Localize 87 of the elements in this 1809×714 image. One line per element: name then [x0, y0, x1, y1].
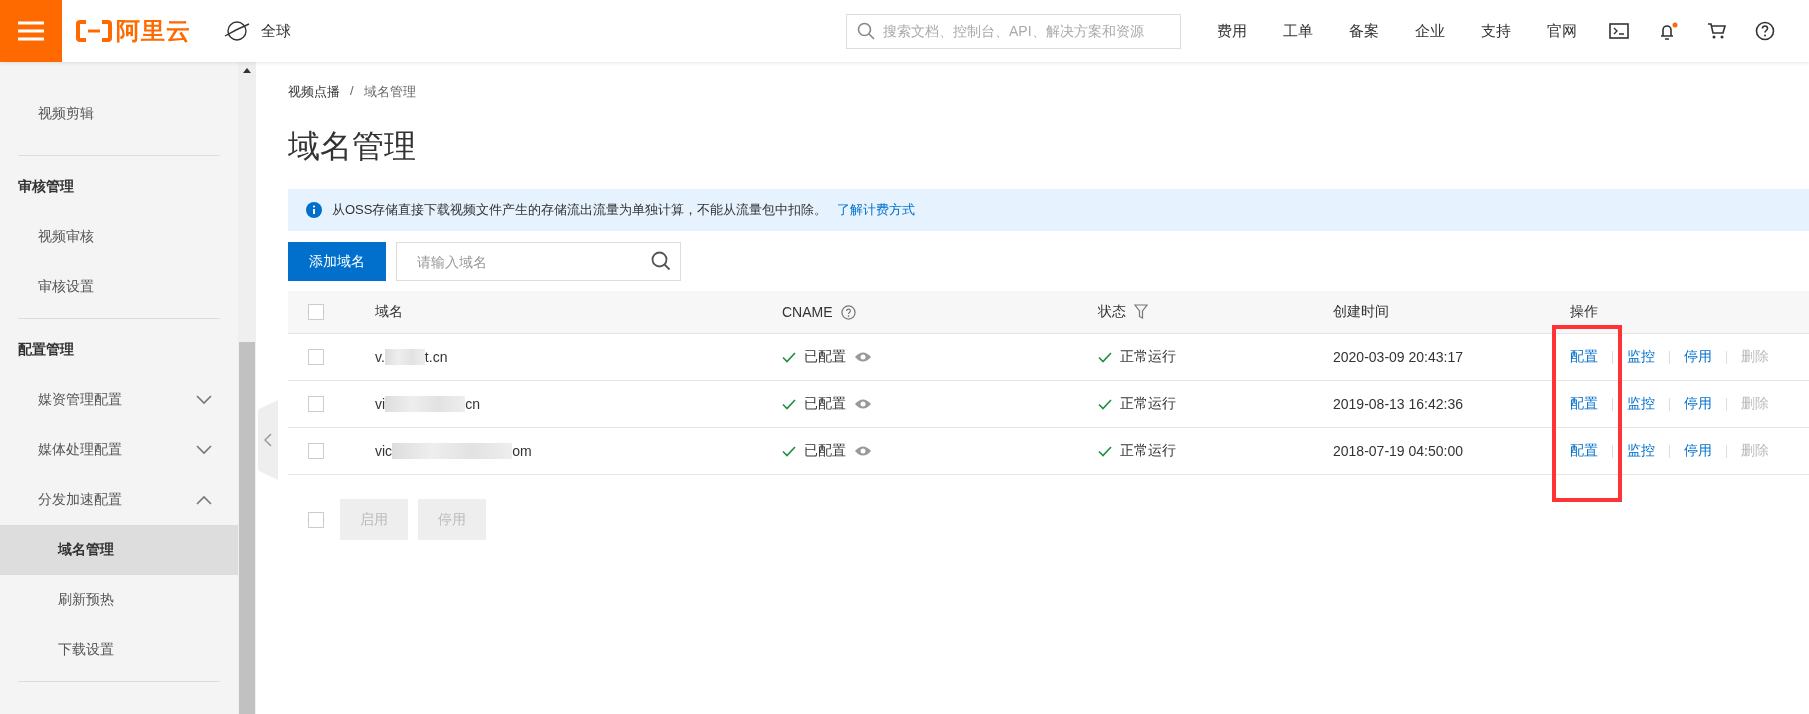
status-text: 正常运行: [1120, 348, 1176, 366]
logo-icon: [76, 20, 112, 42]
check-icon: [1098, 351, 1112, 363]
nav-link[interactable]: 备案: [1331, 21, 1397, 41]
help-icon[interactable]: [1755, 21, 1775, 41]
sidebar-item[interactable]: 刷新预热: [0, 575, 238, 625]
eye-icon[interactable]: [854, 398, 872, 410]
nav-link[interactable]: 官网: [1529, 21, 1595, 41]
column-header: 状态: [1098, 303, 1126, 321]
pricing-link[interactable]: 了解计费方式: [837, 201, 916, 219]
action-link[interactable]: 监控: [1627, 442, 1655, 460]
region-selector[interactable]: 全球: [261, 21, 291, 41]
scrollbar[interactable]: [238, 62, 256, 714]
checkbox[interactable]: [308, 304, 324, 320]
breadcrumb-item[interactable]: 视频点播: [288, 83, 340, 101]
sidebar-item[interactable]: 媒体处理配置: [0, 425, 238, 475]
checkbox[interactable]: [308, 443, 324, 459]
cname-status: 已配置: [804, 442, 846, 460]
action-link[interactable]: 停用: [1684, 348, 1712, 366]
search-field[interactable]: 搜索文档、控制台、API、解决方案和资源: [846, 13, 1181, 49]
menu-icon: [18, 21, 44, 41]
action-link[interactable]: 配置: [1570, 442, 1598, 460]
action-link[interactable]: 停用: [1684, 442, 1712, 460]
chevron-down-icon: [196, 445, 212, 455]
action-link[interactable]: 停用: [1684, 395, 1712, 413]
sidebar-item[interactable]: 下载设置: [0, 625, 238, 675]
created-time: 2019-08-13 16:42:36: [1333, 396, 1464, 412]
cname-status: 已配置: [804, 395, 846, 413]
domain-text: v.: [375, 349, 385, 365]
domain-search-field[interactable]: 请输入域名: [396, 242, 681, 281]
eye-icon[interactable]: [854, 445, 872, 457]
domain-text: vi: [375, 396, 386, 412]
action-link[interactable]: 监控: [1627, 395, 1655, 413]
sidebar-item[interactable]: 视频审核: [0, 212, 238, 262]
scroll-up-icon[interactable]: [243, 68, 251, 73]
add-domain-button[interactable]: 添加域名: [288, 242, 386, 281]
check-icon: [782, 351, 796, 363]
globe-icon: [223, 19, 251, 43]
domain-text: cn: [465, 396, 480, 412]
checkbox[interactable]: [308, 511, 324, 528]
column-header: 创建时间: [1333, 303, 1390, 321]
domain-text: t.cn: [424, 349, 448, 365]
chevron-down-icon: [196, 395, 212, 405]
menu-button[interactable]: [0, 0, 62, 62]
nav-link[interactable]: 费用: [1199, 21, 1265, 41]
column-header: CNAME: [782, 304, 833, 320]
column-header: 域名: [375, 303, 404, 321]
domain-text: om: [512, 443, 532, 459]
nav-link[interactable]: 支持: [1463, 21, 1529, 41]
action-link[interactable]: 配置: [1570, 348, 1598, 366]
action-link[interactable]: 配置: [1570, 395, 1598, 413]
info-icon: [306, 202, 322, 218]
search-icon: [857, 21, 875, 40]
checkbox[interactable]: [308, 349, 324, 365]
status-text: 正常运行: [1120, 395, 1176, 413]
chevron-up-icon: [196, 495, 212, 505]
check-icon: [1098, 398, 1112, 410]
filter-icon[interactable]: [1134, 304, 1148, 320]
cname-status: 已配置: [804, 348, 846, 366]
status-text: 正常运行: [1120, 442, 1176, 460]
nav-link[interactable]: 工单: [1265, 21, 1331, 41]
sidebar-heading: 审核管理: [17, 177, 75, 196]
action-link[interactable]: 监控: [1627, 348, 1655, 366]
check-icon: [782, 398, 796, 410]
eye-icon[interactable]: [854, 351, 872, 363]
search-icon: [651, 251, 671, 271]
breadcrumb-item: 域名管理: [363, 83, 416, 101]
created-time: 2018-07-19 04:50:00: [1333, 443, 1464, 459]
domain-text: vic: [375, 443, 393, 459]
page-title: 域名管理: [288, 127, 417, 166]
cart-icon[interactable]: [1707, 22, 1727, 40]
check-icon: [1098, 445, 1112, 457]
sidebar-item[interactable]: 分发加速配置: [0, 475, 238, 525]
nav-link[interactable]: 企业: [1397, 21, 1463, 41]
breadcrumb-separator: /: [350, 83, 354, 100]
sidebar-item[interactable]: 审核设置: [0, 262, 238, 312]
check-icon: [782, 445, 796, 457]
notice-text: 从OSS存储直接下载视频文件产生的存储流出流量为单独计算，不能从流量包中扣除。: [332, 201, 828, 219]
sidebar-item[interactable]: 媒资管理配置: [0, 375, 238, 425]
sidebar-item[interactable]: 域名管理: [0, 525, 238, 575]
checkbox[interactable]: [308, 396, 324, 412]
sidebar-heading: 配置管理: [17, 340, 75, 359]
redacted-block: [384, 349, 425, 365]
created-time: 2020-03-09 20:43:17: [1333, 349, 1464, 365]
sidebar-item[interactable]: 视频剪辑: [0, 79, 238, 149]
terminal-icon[interactable]: [1609, 23, 1629, 39]
column-header: 操作: [1570, 303, 1599, 321]
